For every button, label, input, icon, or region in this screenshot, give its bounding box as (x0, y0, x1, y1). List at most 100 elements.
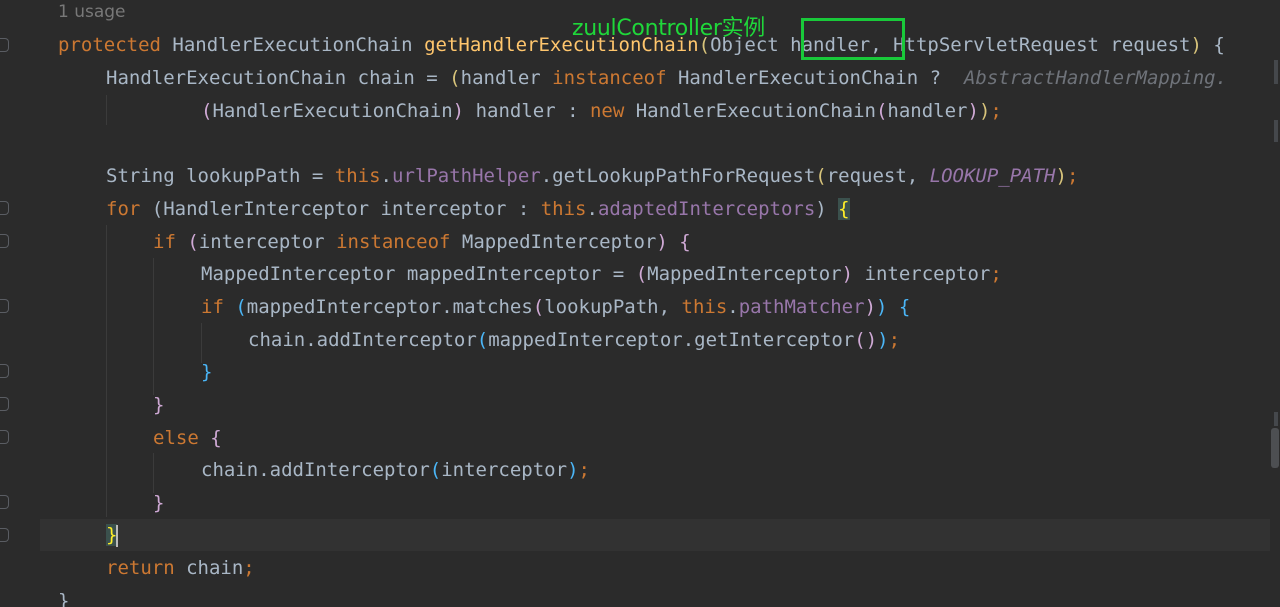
brace: { (667, 231, 691, 253)
paren: () (854, 329, 878, 351)
identifier: interceptor (853, 263, 991, 285)
paren: ( (449, 67, 461, 89)
vertical-scrollbar[interactable] (1270, 0, 1280, 607)
code-line[interactable]: (HandlerExecutionChain) handler : new Ha… (201, 95, 1002, 127)
loop-variable: HandlerInterceptor interceptor : (163, 198, 541, 220)
argument: mappedInterceptor.getInterceptor (488, 329, 855, 351)
code-line[interactable]: HandlerExecutionChain chain = (handler i… (106, 62, 1227, 94)
text-caret (116, 524, 119, 547)
paren: ( (175, 231, 199, 253)
return-type: HandlerExecutionChain (160, 34, 425, 56)
semicolon: ; (1066, 165, 1079, 187)
annotation-label: zuulController实例 (572, 16, 765, 41)
paren: ( (201, 100, 213, 122)
method-call: chain.addInterceptor (201, 459, 430, 481)
argument: interceptor (441, 459, 568, 481)
scrollbar-thumb[interactable] (1271, 428, 1279, 468)
code-line[interactable]: } (58, 585, 69, 607)
brace: } (153, 492, 165, 514)
code-line[interactable]: } (153, 389, 164, 421)
brace: } (201, 361, 213, 383)
keyword: instanceof (336, 231, 451, 253)
identifier: interceptor (198, 231, 337, 253)
paren: ) (841, 263, 854, 285)
semicolon: ; (888, 329, 901, 351)
keyword: for (106, 198, 141, 220)
type-name: HandlerExecutionChain (624, 100, 876, 122)
field: adaptedInterceptors (597, 198, 816, 220)
fold-marker-icon[interactable] (0, 299, 9, 313)
scroll-marker (1274, 412, 1278, 426)
declaration: String lookupPath = (106, 165, 335, 187)
fold-marker-icon[interactable] (0, 234, 9, 248)
usage-hint[interactable]: 1 usage (58, 2, 126, 22)
code-line[interactable]: } (153, 487, 164, 519)
keyword: this (334, 165, 381, 187)
field: urlPathHelper (392, 165, 541, 187)
paren: ) (815, 198, 839, 220)
code-line[interactable]: chain.addInterceptor(interceptor); (201, 454, 590, 486)
semicolon: ; (990, 263, 1002, 285)
code-line[interactable]: } (201, 356, 212, 388)
type-name: MappedInterceptor (450, 231, 657, 253)
constant: LOOKUP_PATH (929, 165, 1056, 187)
paren: ) (1190, 34, 1202, 56)
brace: { (1201, 34, 1225, 56)
dot: . (586, 198, 598, 220)
identifier: chain (174, 557, 244, 579)
paren: ) (864, 296, 877, 318)
annotation-highlight-box (801, 18, 905, 60)
paren: ) (1055, 165, 1067, 187)
keyword: instanceof (552, 67, 667, 89)
inline-hint: AbstractHandlerMapping. (963, 67, 1228, 89)
code-line[interactable]: if (mappedInterceptor.matches(lookupPath… (201, 291, 910, 323)
method-call: .getLookupPathForRequest (540, 165, 816, 187)
paren: ( (815, 165, 827, 187)
keyword: protected (58, 34, 161, 56)
indent-guide (106, 225, 107, 517)
fold-marker-icon[interactable] (0, 364, 9, 378)
fold-marker-icon[interactable] (0, 495, 9, 509)
paren: ( (140, 198, 164, 220)
declaration: MappedInterceptor mappedInterceptor = (201, 263, 636, 285)
paren: ( (635, 263, 648, 285)
type-name: HandlerExecutionChain ? (666, 67, 964, 89)
current-line-highlight (40, 519, 1270, 551)
brace: } (58, 590, 70, 607)
paren: ( (223, 296, 247, 318)
paren: ( (429, 459, 442, 481)
indent-guide (153, 258, 154, 395)
fold-marker-icon[interactable] (0, 38, 9, 52)
code-editor[interactable]: 1 usage protected HandlerExecutionChain … (0, 0, 1280, 607)
brace: { (198, 427, 222, 449)
fold-marker-icon[interactable] (0, 528, 9, 542)
code-line[interactable]: } (106, 519, 119, 551)
brace: } (153, 394, 165, 416)
paren: ) (876, 296, 888, 318)
declaration: HandlerExecutionChain chain = (106, 67, 450, 89)
code-line[interactable]: else { (153, 422, 222, 454)
keyword: this (681, 296, 728, 318)
paren: ( (532, 296, 545, 318)
dot: . (727, 296, 739, 318)
identifier: handler (887, 100, 968, 122)
code-line[interactable]: if (interceptor instanceof MappedInterce… (153, 226, 691, 258)
identifier: handler (460, 67, 553, 89)
fold-marker-icon[interactable] (0, 397, 9, 411)
code-line[interactable]: chain.addInterceptor(mappedInterceptor.g… (248, 324, 900, 356)
code-text: handler : (464, 100, 590, 122)
fold-marker-icon[interactable] (0, 201, 9, 215)
argument: request, (826, 165, 930, 187)
code-line[interactable]: MappedInterceptor mappedInterceptor = (M… (201, 258, 1002, 290)
type-name: MappedInterceptor (647, 263, 842, 285)
brace: { (887, 296, 911, 318)
code-line[interactable]: for (HandlerInterceptor interceptor : th… (106, 193, 850, 225)
code-line[interactable]: return chain; (106, 552, 255, 584)
keyword: if (201, 296, 224, 318)
fold-marker-icon[interactable] (0, 430, 9, 444)
paren: ) (452, 100, 465, 122)
code-line[interactable]: String lookupPath = this.urlPathHelper.g… (106, 160, 1078, 192)
paren: ) (978, 100, 991, 122)
scroll-marker (1274, 120, 1278, 142)
keyword: return (106, 557, 175, 579)
